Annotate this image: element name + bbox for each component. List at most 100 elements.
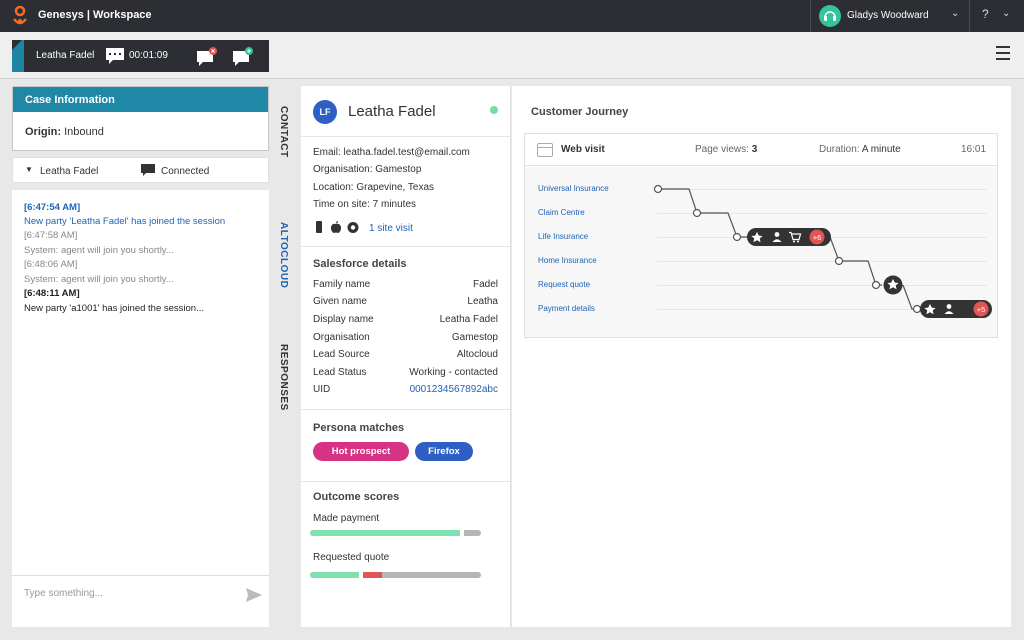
- chevron-down-icon: ⌄: [951, 8, 960, 19]
- chat-icon: [106, 48, 124, 64]
- outcome-bar-red: [363, 572, 382, 578]
- tab-responses[interactable]: RESPONSES: [278, 344, 289, 411]
- user-menu[interactable]: Gladys Woodward ⌄: [810, 0, 970, 32]
- message-timestamp: [6:48:06 AM]: [24, 259, 78, 270]
- interaction-tab[interactable]: Leatha Fadel 00:01:09: [12, 40, 269, 72]
- sf-label: Family name: [313, 279, 371, 290]
- message-timestamp: [6:47:58 AM]: [24, 230, 78, 241]
- message-text: System: agent will join you shortly...: [24, 274, 174, 285]
- left-panel: Case Information Origin: Inbound ▼ Leath…: [12, 86, 269, 627]
- sf-value: Fadel: [472, 279, 498, 290]
- sf-label: Given name: [313, 296, 367, 307]
- contact-email: Email: leatha.fadel.test@email.com: [313, 147, 470, 158]
- sf-value: Leatha Fadel: [439, 314, 498, 325]
- headset-icon: [824, 11, 836, 21]
- contact-panel: LF Leatha Fadel Email: leatha.fadel.test…: [301, 86, 511, 627]
- site-visit-link[interactable]: 1 site visit: [369, 223, 413, 234]
- genesys-logo-icon: [13, 5, 27, 25]
- end-chat-icon[interactable]: [196, 47, 218, 67]
- journey-event-badge[interactable]: +5: [920, 300, 992, 318]
- outcome-bar-made-payment: [310, 530, 481, 536]
- chat-transcript: [6:47:54 AM] New party 'Leatha Fadel' ha…: [12, 190, 269, 575]
- chat-icon: [141, 164, 155, 176]
- person-icon: [946, 304, 952, 309]
- journey-event-badge[interactable]: +6: [747, 228, 831, 246]
- visit-duration: Duration: A minute: [819, 144, 901, 155]
- message-text: System: agent will join you shortly...: [24, 245, 174, 256]
- journey-path: +6 +5: [653, 184, 992, 318]
- badge-count: +5: [977, 305, 986, 314]
- send-icon[interactable]: [246, 588, 262, 602]
- sf-label: Organisation: [313, 332, 370, 343]
- contact-avatar: LF: [313, 100, 337, 124]
- message-input[interactable]: Type something...: [24, 588, 103, 599]
- interaction-timer: 00:01:09: [129, 50, 168, 61]
- tab-contact[interactable]: CONTACT: [278, 106, 289, 158]
- message-text: New party 'Leatha Fadel' has joined the …: [24, 216, 226, 227]
- sf-label: Display name: [313, 314, 374, 325]
- journey-panel: Customer Journey Web visit Page views: 3…: [512, 86, 1011, 627]
- journey-header[interactable]: Web visit Page views: 3 Duration: A minu…: [525, 134, 997, 166]
- salesforce-title: Salesforce details: [313, 258, 407, 270]
- interaction-customer-name: Leatha Fadel: [36, 50, 95, 61]
- journey-node[interactable]: [834, 256, 844, 266]
- sf-label: Lead Source: [313, 349, 370, 360]
- visit-type: Web visit: [561, 144, 605, 155]
- sf-value: Gamestop: [451, 332, 498, 343]
- journey-node[interactable]: [912, 304, 922, 314]
- outcome-label: Requested quote: [313, 552, 390, 563]
- divider: [301, 246, 511, 247]
- contact-location: Location: Grapevine, Texas: [313, 182, 435, 193]
- persona-title: Persona matches: [313, 422, 405, 434]
- mobile-icon: [316, 221, 322, 233]
- journey-event-badge[interactable]: [883, 275, 903, 295]
- page-views: Page views: 3: [695, 144, 758, 155]
- agent-avatar: [819, 5, 841, 27]
- journey-node[interactable]: [871, 280, 881, 290]
- apple-icon: [331, 221, 341, 233]
- party-row[interactable]: ▼ Leatha Fadel Connected: [12, 157, 269, 183]
- divider: [301, 136, 511, 137]
- sf-value: Working - contacted: [409, 367, 498, 378]
- chrome-icon: [347, 222, 359, 233]
- bar-gap: [460, 530, 464, 536]
- tab-altocloud[interactable]: ALTOCLOUD: [278, 222, 289, 288]
- case-information: Case Information Origin: Inbound: [12, 86, 269, 151]
- persona-pill-firefox[interactable]: Firefox: [415, 442, 473, 461]
- badge-count: +6: [813, 233, 822, 242]
- case-header: Case Information: [13, 87, 268, 112]
- journey-body: Universal Insurance Claim Centre Life In…: [525, 167, 997, 337]
- message-timestamp: [6:47:54 AM]: [24, 202, 81, 213]
- user-name: Gladys Woodward: [847, 10, 929, 21]
- consult-chat-icon[interactable]: [232, 47, 254, 67]
- contact-organisation: Organisation: Gamestop: [313, 164, 422, 175]
- top-bar: Genesys | Workspace Gladys Woodward ⌄ ? …: [0, 0, 1024, 32]
- chevron-down-icon[interactable]: ⌄: [1002, 8, 1010, 19]
- journey-node[interactable]: [653, 184, 663, 194]
- interaction-bar: Leatha Fadel 00:01:09: [0, 32, 1024, 79]
- divider: [301, 481, 511, 482]
- sf-value: Altocloud: [456, 349, 498, 360]
- app-title: Genesys | Workspace: [38, 9, 152, 21]
- visit-time: 16:01: [961, 144, 987, 155]
- party-status: Connected: [161, 166, 210, 177]
- message-composer[interactable]: Type something...: [12, 575, 269, 627]
- outcome-bar-fill: [310, 530, 460, 536]
- browser-window-icon: [537, 143, 553, 157]
- interaction-flag: [12, 40, 24, 72]
- divider: [301, 409, 511, 410]
- party-name: Leatha Fadel: [40, 166, 99, 177]
- contact-time-on-site: Time on site: 7 minutes: [313, 199, 417, 210]
- journey-node[interactable]: [692, 208, 702, 218]
- outcome-title: Outcome scores: [313, 491, 400, 503]
- journey-node[interactable]: [732, 232, 742, 242]
- hamburger-menu-icon[interactable]: [996, 46, 1010, 60]
- sf-uid-link[interactable]: 0001234567892abc: [410, 384, 498, 395]
- journey-title: Customer Journey: [531, 106, 629, 118]
- sf-value: Leatha: [467, 296, 498, 307]
- outcome-bar-fill: [310, 572, 359, 578]
- persona-pill-hot-prospect[interactable]: Hot prospect: [313, 442, 409, 461]
- caret-down-icon[interactable]: ▼: [25, 165, 33, 174]
- message-timestamp: [6:48:11 AM]: [24, 288, 80, 299]
- help-icon[interactable]: ?: [982, 7, 989, 21]
